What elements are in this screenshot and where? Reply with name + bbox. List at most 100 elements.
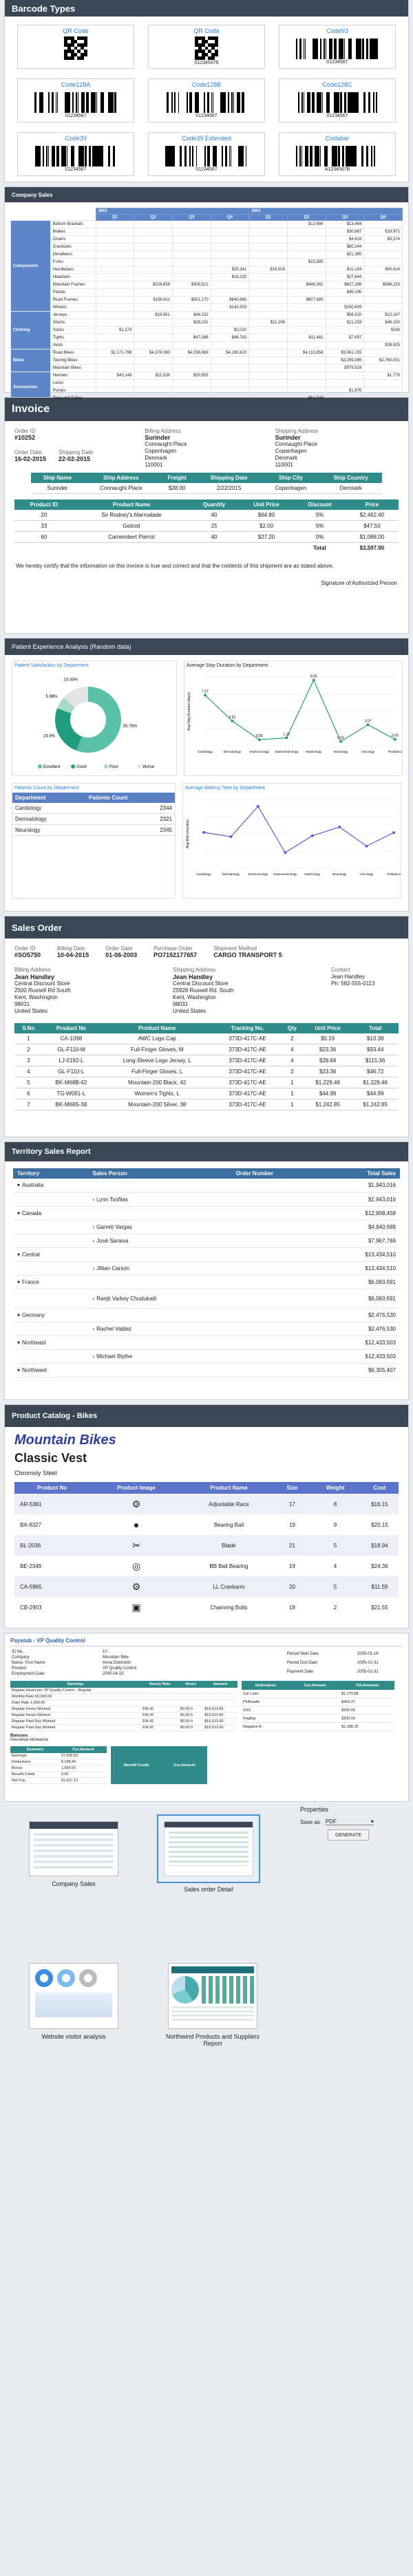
territory-row[interactable]: ▾ Northwest $6,305,407 (13, 1363, 400, 1377)
paystub-section: Paystub - VP Quality Control ID No. 10 Com… (4, 1633, 409, 1802)
x-tick-label: Nephrology (306, 750, 322, 753)
product-image-icon: ◎ (131, 1560, 141, 1571)
expand-icon[interactable]: › (92, 1353, 94, 1360)
total-sales-cell: $12,808,458 (322, 1206, 400, 1221)
territory-cell (13, 1289, 89, 1309)
territory-row[interactable]: ▾ France $6,083,691 (13, 1275, 400, 1289)
territory-row[interactable]: › Garrett Vargas $4,840,689 (13, 1220, 400, 1234)
cs-value-cell (286, 364, 326, 372)
cs-value-cell: $13,484 (325, 220, 365, 228)
gallery-thumb-company-sales[interactable] (29, 1821, 118, 1876)
territory-name: Australia (22, 1182, 44, 1189)
barcode-bar (296, 39, 297, 59)
expand-icon[interactable]: › (92, 1196, 94, 1203)
expand-icon[interactable]: ▾ (17, 1252, 20, 1258)
generate-button[interactable]: GENERATE (328, 1829, 369, 1840)
gallery-label-website-visitor[interactable]: Website visitor analysis (29, 2033, 118, 2040)
barcode-bar (302, 92, 303, 113)
territory-row[interactable]: › Jillian Carson $13,434,510 (13, 1261, 400, 1276)
product-cell: 33 (14, 520, 74, 532)
cs-value-cell (172, 364, 211, 372)
expand-icon[interactable]: ▾ (17, 1340, 20, 1346)
summary-row: Earnings 37,826.53 (10, 1753, 107, 1759)
territory-row[interactable]: ▾ Australia $1,943,016 (13, 1179, 400, 1193)
data-point (285, 736, 288, 740)
barcode-bars (296, 39, 378, 59)
legend-swatch (38, 764, 42, 769)
cs-value-cell: $5,061,155 (325, 349, 365, 357)
earnings-cell: $16,513.60 (203, 1706, 237, 1713)
expand-icon[interactable]: › (92, 1265, 94, 1271)
gallery-thumb-northwind[interactable] (168, 1963, 257, 2029)
total-sales-cell: $12,433,503 (322, 1335, 400, 1350)
so-shipping-label: Shipping Address (173, 967, 216, 973)
cs-value-cell: $46,782 (210, 334, 250, 342)
sales-person-name: Garrett Vargas (96, 1223, 133, 1230)
shipping-line: 110001 (275, 462, 293, 468)
order-number-cell (231, 1308, 323, 1322)
barcode-bar (314, 92, 315, 113)
cs-value-cell: $586,223 (363, 281, 403, 289)
count-row: Neurology 2345 (12, 824, 175, 836)
expand-icon[interactable]: ▾ (17, 1367, 20, 1373)
gallery-label-sales-order-detail[interactable]: Sales order Detail (157, 1886, 260, 1893)
territory-row[interactable]: ▾ Central $13,434,510 (13, 1247, 400, 1262)
expand-icon[interactable]: › (92, 1224, 94, 1230)
paystub-deductions-table: Deductions Cur.Amount Ytd.Amounts Car Loan $… (242, 1681, 394, 1731)
expand-icon[interactable]: ▾ (17, 1210, 20, 1216)
total-spacer (14, 543, 294, 554)
territory-column-header: Total Sales (322, 1168, 400, 1179)
barcode-bar (34, 92, 36, 113)
so-contact-label: Contact (331, 967, 350, 973)
gallery-thumb-website-visitor[interactable] (29, 1963, 118, 2029)
expand-icon[interactable]: › (92, 1326, 94, 1332)
sales-order-table: S.No Product No Product Name Tracking No. Qt… (14, 1023, 399, 1110)
barcode-bar (324, 39, 325, 59)
barcode-bar (375, 39, 376, 59)
barcode-bar (373, 39, 375, 59)
cs-value-cell (325, 326, 365, 334)
gallery-thumb-sales-order-detail[interactable] (157, 1814, 260, 1883)
count-cell: Cardiology (12, 803, 86, 814)
expand-icon[interactable]: › (92, 1296, 94, 1302)
barcode-bar (318, 146, 319, 167)
territory-row[interactable]: ▾ Canada $12,808,458 (13, 1206, 400, 1221)
ship-row: Surinder Connaught Place $28.00 2/22/2015 Co… (31, 483, 382, 494)
barcode-bar (108, 92, 109, 113)
cs-value-cell (95, 334, 135, 342)
expand-icon[interactable]: ▾ (17, 1312, 20, 1318)
barcode-bar (94, 146, 96, 167)
barcode-bar (76, 92, 77, 113)
so-cell: Long-Sleeve Logo Jersey, L (100, 1055, 215, 1066)
save-as-select[interactable]: PDF ▾ (325, 1818, 374, 1825)
ship-column-header: Freight (158, 473, 196, 483)
barcode-bar (56, 146, 59, 167)
patients-count-table: Department Patients Count Cardiology 2344 De… (12, 793, 175, 836)
so-field-label: Shipment Method (213, 945, 257, 952)
gallery-label-company-sales[interactable]: Company Sales (29, 1880, 118, 1887)
wait-card: Average Waiting Time by Department Avg W… (182, 783, 401, 899)
territory-row[interactable]: › Rachel Valdez $2,476,530 (13, 1322, 400, 1336)
territory-row[interactable]: ▾ Germany $2,476,530 (13, 1308, 400, 1322)
so-cell: $93.44 (352, 1044, 399, 1055)
territory-row[interactable]: › José Saraiva $7,967,769 (13, 1234, 400, 1248)
territory-row[interactable]: › Ranjit Varkey Chudukatil $6,083,691 (13, 1289, 400, 1309)
product-image-icon: ● (133, 1519, 140, 1530)
gallery-label-northwind[interactable]: Northwind Products and Suppliers Report (162, 2033, 263, 2047)
cs-value-cell (134, 243, 173, 251)
territory-row[interactable]: ▾ Northeast $12,433,503 (13, 1335, 400, 1350)
expand-icon[interactable]: ▾ (17, 1182, 20, 1188)
barcode-bar (61, 146, 63, 167)
so-shipping: Shipping Address Jean Handley Central Di… (173, 967, 310, 1015)
territory-cell: ▾ Germany (13, 1308, 89, 1322)
territory-row[interactable]: › Lynn Tsoflias $1,943,016 (13, 1192, 400, 1207)
barcode-bar (366, 39, 368, 59)
catalog-section: Product Catalog - Bikes Mountain Bikes C… (4, 1404, 409, 1629)
expand-icon[interactable]: ▾ (17, 1279, 20, 1285)
barcode-bar (354, 92, 356, 113)
barcode-header: Barcode Types (5, 0, 408, 17)
kv-value: Anna Dobrovitn (103, 1661, 131, 1665)
territory-row[interactable]: › Michael Blythe $12,433,503 (13, 1349, 400, 1364)
so-cell: 373D-417C-AE (214, 1077, 281, 1088)
expand-icon[interactable]: › (92, 1238, 94, 1244)
